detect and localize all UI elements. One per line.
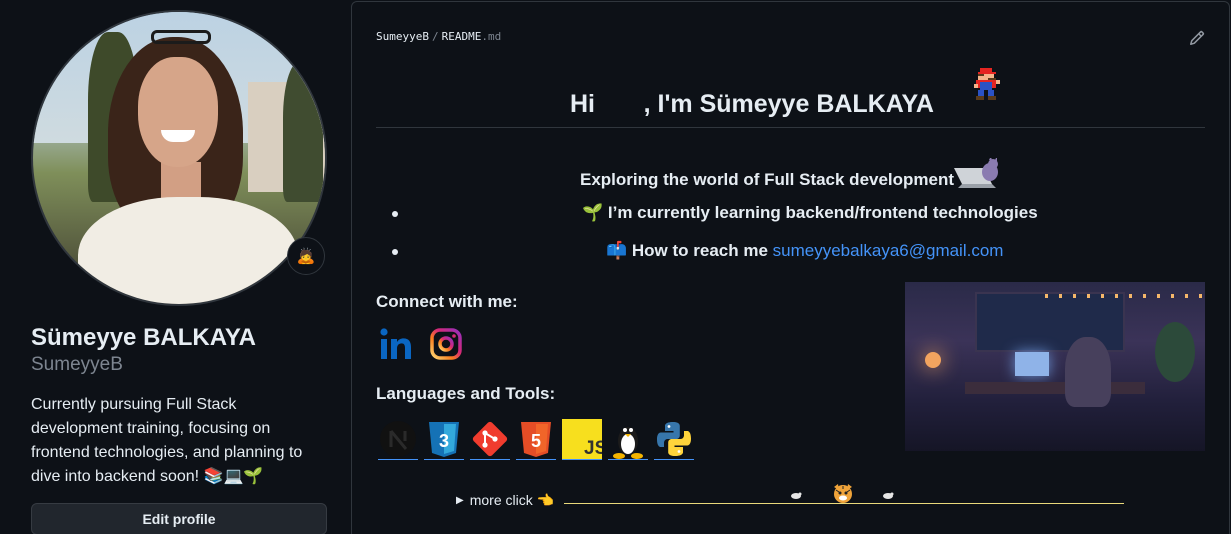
mouse-icon [883,492,894,499]
breadcrumb-extension: .md [481,30,502,43]
profile-bio: Currently pursuing Full Stack developmen… [31,396,303,485]
reach-text: 📫 How to reach me [606,241,773,260]
git-icon[interactable] [470,420,510,460]
linux-icon[interactable] [608,420,648,460]
status-badge[interactable]: 🙇 [287,237,325,275]
instagram-icon[interactable] [428,326,464,362]
readme-bullets: 🌱 I’m currently learning backend/fronten… [392,203,1192,282]
svg-text:3: 3 [439,431,449,451]
breadcrumb-separator: / [431,30,439,43]
svg-text:JS: JS [584,438,602,459]
mouse-icon [791,492,802,499]
more-click-details[interactable]: ▶ more click 👈 [456,492,554,509]
email-link[interactable]: sumeyyebalkaya6@gmail.com [773,241,1004,260]
svg-text:5: 5 [531,431,541,451]
css3-icon[interactable]: 3 [424,420,464,460]
linkedin-icon[interactable] [378,326,414,362]
details-summary: more click 👈 [469,492,555,508]
list-item: 📫 How to reach me sumeyyebalkaya6@gmail.… [392,241,1192,282]
python-icon[interactable] [654,420,694,460]
avatar[interactable] [31,10,327,306]
profile-username: SumeyyeB [31,354,123,375]
breadcrumb-user[interactable]: SumeyyeB [376,30,429,43]
profile-sidebar: 🙇 Sümeyye BALKAYA SumeyyeB Currently pur… [0,0,345,534]
readme-subtitle: Exploring the world of Full Stack develo… [580,170,955,189]
breadcrumb: SumeyyeB / README.md [376,30,501,43]
pencil-icon[interactable] [1189,30,1205,46]
triangle-right-icon: ▶ [456,495,464,506]
profile-name: Sümeyye BALKAYA [31,324,256,351]
tiger-icon [834,484,852,503]
list-item: 🌱 I’m currently learning backend/fronten… [392,203,1192,244]
nextjs-icon[interactable] [378,420,418,460]
readme-panel: SumeyyeB / README.md Hi , I'm Sümeyye BALK… [351,1,1230,534]
html5-icon[interactable]: 5 [516,420,556,460]
breadcrumb-file[interactable]: README [442,30,482,43]
social-links [378,326,464,362]
connect-heading: Connect with me: [376,292,518,311]
mario-icon [974,68,1000,100]
page-title: Hi , I'm Sümeyye BALKAYA [570,90,934,118]
laptop-cat-icon [954,158,998,188]
tools-heading: Languages and Tools: [376,384,556,403]
tools-list: 3 5 JS [378,418,694,460]
javascript-icon[interactable]: JS [562,418,602,460]
readme-heading: Hi , I'm Sümeyye BALKAYA [376,68,1205,128]
edit-profile-button[interactable]: Edit profile [31,503,327,534]
learning-text: 🌱 I’m currently learning backend/fronten… [582,203,1038,222]
lofi-room-image [905,282,1205,451]
